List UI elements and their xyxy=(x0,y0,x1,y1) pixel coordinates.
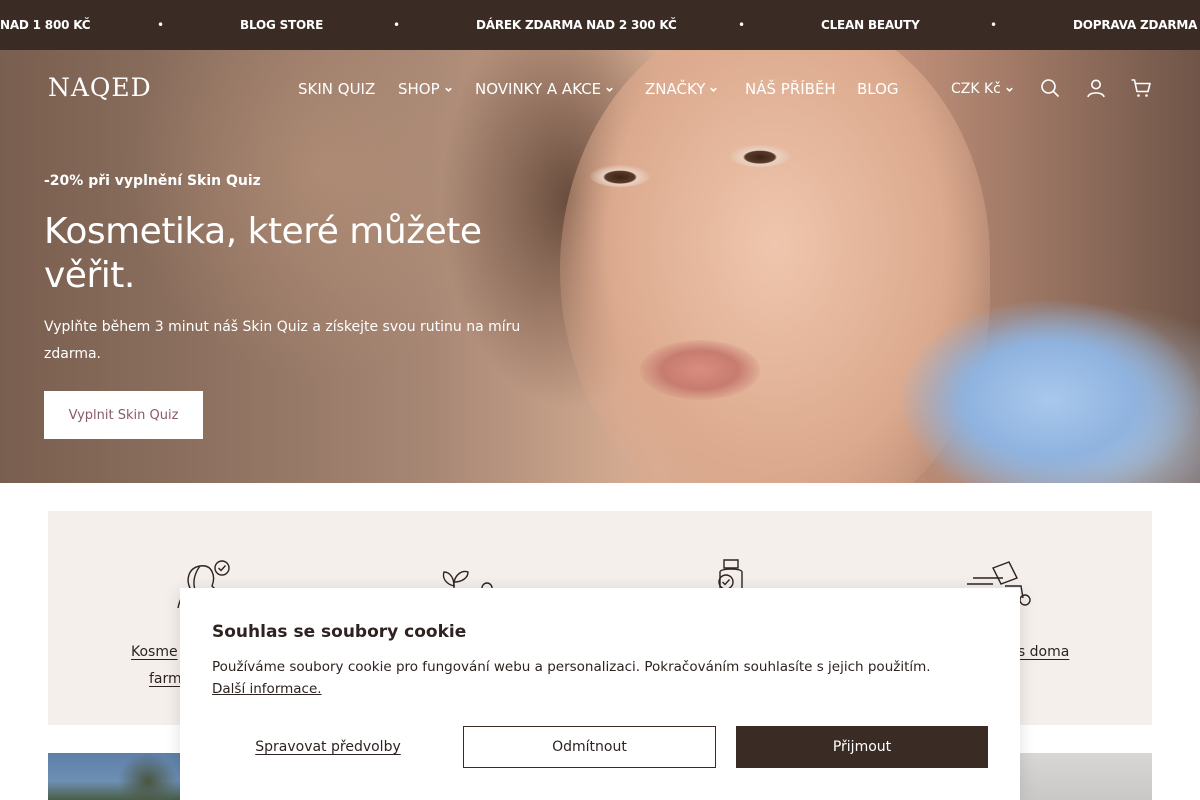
announcement-separator: • xyxy=(157,18,165,32)
announcement-item: CLEAN BEAUTY xyxy=(821,18,920,32)
announcement-item: BLOG STORE xyxy=(240,18,324,32)
announcement-item: NAD 1 800 KČ xyxy=(0,18,91,32)
nav-label: ZNAČKY xyxy=(645,80,706,98)
nav-label: NÁŠ PŘÍBĚH xyxy=(745,80,836,98)
feature-label[interactable]: Kosme xyxy=(131,639,178,666)
announcement-item: DOPRAVA ZDARMA N xyxy=(1073,18,1200,32)
logo[interactable]: NAQED xyxy=(48,73,152,105)
feature-label[interactable]: farm xyxy=(149,666,182,693)
nav-label: BLOG xyxy=(857,80,899,98)
announcement-separator: • xyxy=(393,18,401,32)
nav-nas-pribeh[interactable]: NÁŠ PŘÍBĚH xyxy=(745,78,836,100)
cart-icon[interactable] xyxy=(1130,77,1152,99)
cookie-text: Používáme soubory cookie pro fungování w… xyxy=(212,656,1002,700)
nav-shop[interactable]: SHOP xyxy=(398,78,453,100)
accept-button[interactable]: Přijmout xyxy=(736,726,988,768)
hero-scrunchie-shape xyxy=(900,300,1200,483)
nav-skin-quiz[interactable]: SKIN QUIZ xyxy=(298,78,375,100)
cookie-consent-dialog: Souhlas se soubory cookie Používáme soub… xyxy=(180,588,1020,800)
account-icon[interactable] xyxy=(1085,77,1107,99)
nav-label: SKIN QUIZ xyxy=(298,80,376,98)
chevron-down-icon xyxy=(444,87,452,92)
chevron-down-icon xyxy=(1006,87,1013,92)
hero-title: Kosmetika, které můžete věřit. xyxy=(44,211,482,296)
reject-button[interactable]: Odmítnout xyxy=(463,726,716,768)
chevron-down-icon xyxy=(606,87,613,92)
nav-label: SHOP xyxy=(398,80,440,98)
chevron-down-icon xyxy=(710,87,718,92)
collection-image-left[interactable] xyxy=(48,753,180,800)
nav-novinky-a-akce[interactable]: NOVINKY A AKCE xyxy=(475,78,614,100)
hero-subtitle: Vyplňte během 3 minut náš Skin Quiz a zí… xyxy=(44,319,521,362)
announcement-separator: • xyxy=(738,18,746,32)
announcement-separator: • xyxy=(990,18,998,32)
announcement-bar: NAD 1 800 KČ • BLOG STORE • DÁREK ZDARMA… xyxy=(0,0,1200,50)
cookie-description: Používáme soubory cookie pro fungování w… xyxy=(212,659,931,675)
announcement-item: DÁREK ZDARMA NAD 2 300 KČ xyxy=(476,18,677,32)
skin-quiz-button[interactable]: Vyplnit Skin Quiz xyxy=(44,391,203,439)
cookie-more-info-link[interactable]: Další informace. xyxy=(212,681,322,697)
nav-znacky[interactable]: ZNAČKY xyxy=(645,78,718,100)
cookie-title: Souhlas se soubory cookie xyxy=(212,622,467,642)
currency-selector[interactable]: CZK Kč xyxy=(951,78,1014,100)
hero-promo-text: -20% při vyplnění Skin Quiz xyxy=(44,173,261,189)
manage-preferences-button[interactable]: Spravovat předvolby xyxy=(212,726,444,768)
collection-image-right[interactable] xyxy=(1020,753,1152,800)
nav-blog[interactable]: BLOG xyxy=(857,78,899,100)
nav-label: NOVINKY A AKCE xyxy=(475,80,602,98)
currency-label: CZK Kč xyxy=(951,81,1001,97)
hero-eye-right xyxy=(730,145,790,167)
hero-lips-shape xyxy=(640,340,760,400)
search-icon[interactable] xyxy=(1039,77,1061,99)
